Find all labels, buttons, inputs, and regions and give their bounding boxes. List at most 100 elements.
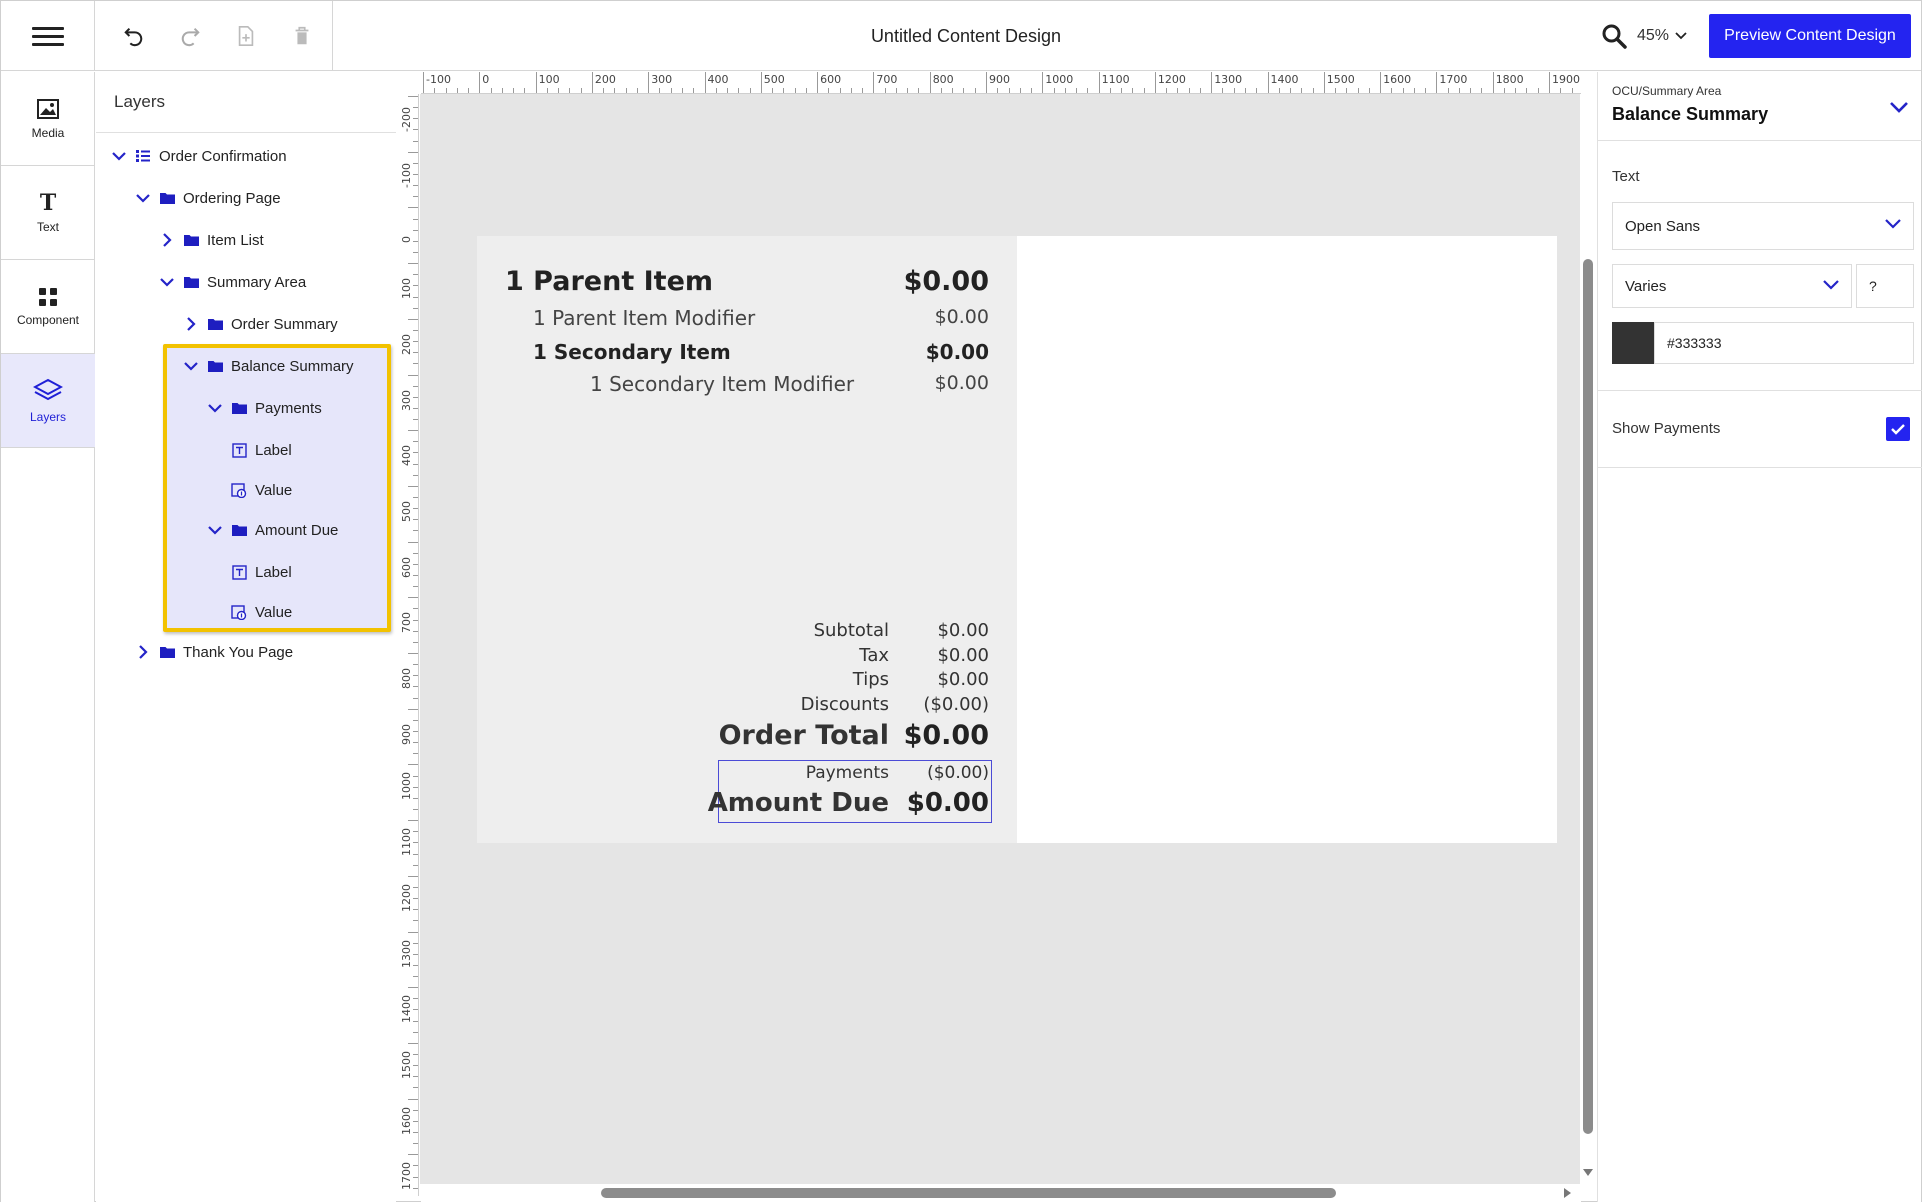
font-weight-select[interactable]: Varies (1612, 264, 1852, 308)
add-page-button[interactable] (228, 18, 264, 54)
ruler-minor-tick (413, 140, 418, 142)
delete-button[interactable] (284, 18, 320, 54)
tree-item-summary-area[interactable]: Summary Area (159, 267, 306, 297)
chevron-down-icon[interactable] (135, 190, 151, 206)
parent-modifier-price[interactable]: $0.00 (935, 306, 989, 328)
ruler-label: 100 (400, 278, 413, 300)
tree-item-payments-value[interactable]: Value (231, 475, 292, 505)
parent-item-price[interactable]: $0.00 (904, 266, 989, 297)
tree-item-thank-you-page[interactable]: Thank You Page (135, 637, 293, 667)
discounts-value[interactable]: ($0.00) (923, 694, 989, 715)
text-section-label: Text (1612, 168, 1640, 185)
folder-icon (183, 232, 199, 248)
document-title[interactable]: Untitled Content Design (701, 1, 1231, 71)
tax-label[interactable]: Tax (859, 645, 889, 666)
redo-button[interactable] (172, 18, 208, 54)
chevron-right-icon[interactable] (159, 232, 175, 248)
show-payments-checkbox[interactable] (1886, 417, 1910, 441)
ruler-minor-tick (413, 329, 418, 331)
hamburger-menu-button[interactable] (1, 1, 95, 71)
secondary-modifier-name[interactable]: 1 Secondary Item Modifier (590, 372, 854, 396)
secondary-item-name[interactable]: 1 Secondary Item (533, 340, 731, 364)
discounts-label[interactable]: Discounts (801, 694, 889, 715)
vertical-ruler[interactable]: -200 -100 0 100 200 300 400 500 600 700 800 900 1000… (397, 94, 419, 1196)
chevron-down-icon[interactable] (111, 148, 127, 164)
ruler-label: 200 (400, 333, 413, 355)
ruler-minor-tick (413, 296, 418, 298)
scroll-right-arrow-icon[interactable] (1561, 1186, 1573, 1200)
amount-due-label[interactable]: Amount Due (708, 788, 889, 818)
chevron-down-icon[interactable] (183, 358, 199, 374)
tree-item-payments[interactable]: Payments (207, 393, 322, 423)
edit-toolbar (96, 1, 333, 71)
ruler-minor-tick (413, 352, 418, 354)
order-total-label[interactable]: Order Total (719, 720, 889, 751)
rail-item-component[interactable]: Component (1, 260, 95, 354)
chevron-down-icon[interactable] (207, 522, 223, 538)
rail-item-media[interactable]: Media (1, 72, 95, 166)
order-total-value[interactable]: $0.00 (904, 720, 989, 751)
secondary-modifier-price[interactable]: $0.00 (935, 372, 989, 394)
design-canvas[interactable]: 1 Parent Item $0.00 1 Parent Item Modifi… (420, 94, 1580, 1184)
ruler-label: 500 (400, 500, 413, 522)
ruler-minor-tick (413, 641, 418, 643)
secondary-item-price[interactable]: $0.00 (926, 340, 989, 364)
ruler-minor-tick (413, 853, 418, 855)
tree-item-order-summary[interactable]: Order Summary (183, 309, 338, 339)
dynamic-value-icon (231, 604, 247, 620)
tree-item-balance-summary[interactable]: Balance Summary (183, 351, 354, 381)
zoom-dropdown[interactable]: 45% (1637, 27, 1687, 45)
ruler-minor-tick (408, 764, 418, 766)
tree-item-amount-due-value[interactable]: Value (231, 597, 292, 627)
image-icon (37, 98, 59, 119)
horizontal-scroll-thumb[interactable] (601, 1188, 1336, 1198)
rail-item-text[interactable]: T Text (1, 166, 95, 260)
artboard[interactable]: 1 Parent Item $0.00 1 Parent Item Modifi… (477, 236, 1557, 843)
tax-value[interactable]: $0.00 (937, 645, 989, 666)
chevron-down-icon (1823, 280, 1839, 290)
ruler-minor-tick (413, 831, 418, 833)
tips-label[interactable]: Tips (853, 669, 889, 690)
tree-item-order-confirmation[interactable]: Order Confirmation (111, 141, 287, 171)
ruler-minor-tick (413, 697, 418, 699)
tree-item-amount-due-label[interactable]: Label (231, 557, 292, 587)
tree-item-ordering-page[interactable]: Ordering Page (135, 183, 281, 213)
tree-item-item-list[interactable]: Item List (159, 225, 264, 255)
rail-label-component: Component (16, 312, 80, 327)
tree-item-amount-due[interactable]: Amount Due (207, 515, 338, 545)
preview-content-design-button[interactable]: Preview Content Design (1709, 14, 1911, 58)
rail-item-layers[interactable]: Layers (1, 354, 95, 448)
parent-modifier-name[interactable]: 1 Parent Item Modifier (533, 306, 755, 330)
chevron-right-icon[interactable] (135, 644, 151, 660)
payments-value[interactable]: ($0.00) (927, 763, 989, 783)
summary-pane[interactable]: 1 Parent Item $0.00 1 Parent Item Modifi… (477, 236, 1017, 843)
collapse-panel-button[interactable] (1886, 94, 1912, 120)
ruler-tick (479, 72, 481, 93)
ruler-label: 1200 (400, 883, 413, 912)
tree-item-payments-label[interactable]: Label (231, 435, 292, 465)
font-family-select[interactable]: Open Sans (1612, 202, 1914, 250)
text-color-swatch[interactable] (1612, 322, 1654, 364)
parent-item-name[interactable]: 1 Parent Item (505, 266, 713, 297)
chevron-down-icon[interactable] (159, 274, 175, 290)
chevron-down-icon[interactable] (207, 400, 223, 416)
vertical-scroll-thumb[interactable] (1583, 259, 1593, 1134)
tips-value[interactable]: $0.00 (937, 669, 989, 690)
subtotal-label[interactable]: Subtotal (814, 620, 889, 641)
amount-due-value[interactable]: $0.00 (907, 788, 989, 818)
scroll-down-arrow-icon[interactable] (1581, 1166, 1595, 1178)
payments-label[interactable]: Payments (806, 763, 889, 783)
folder-icon (231, 400, 247, 416)
search-icon[interactable] (1601, 23, 1627, 49)
horizontal-ruler[interactable]: -100 0 100 200 300 400 500 600 700 800 900 1000 1100… (421, 72, 1581, 94)
text-color-input[interactable]: #333333 (1654, 322, 1914, 364)
chevron-down-icon (1885, 219, 1901, 229)
subtotal-value[interactable]: $0.00 (937, 620, 989, 641)
chevron-right-icon[interactable] (183, 316, 199, 332)
undo-button[interactable] (116, 18, 152, 54)
zoom-level: 45% (1637, 27, 1670, 44)
ruler-minor-tick (413, 786, 418, 788)
tree-label: Item List (207, 231, 264, 249)
font-size-input[interactable]: ? (1856, 264, 1914, 308)
ruler-minor-tick (413, 118, 418, 120)
